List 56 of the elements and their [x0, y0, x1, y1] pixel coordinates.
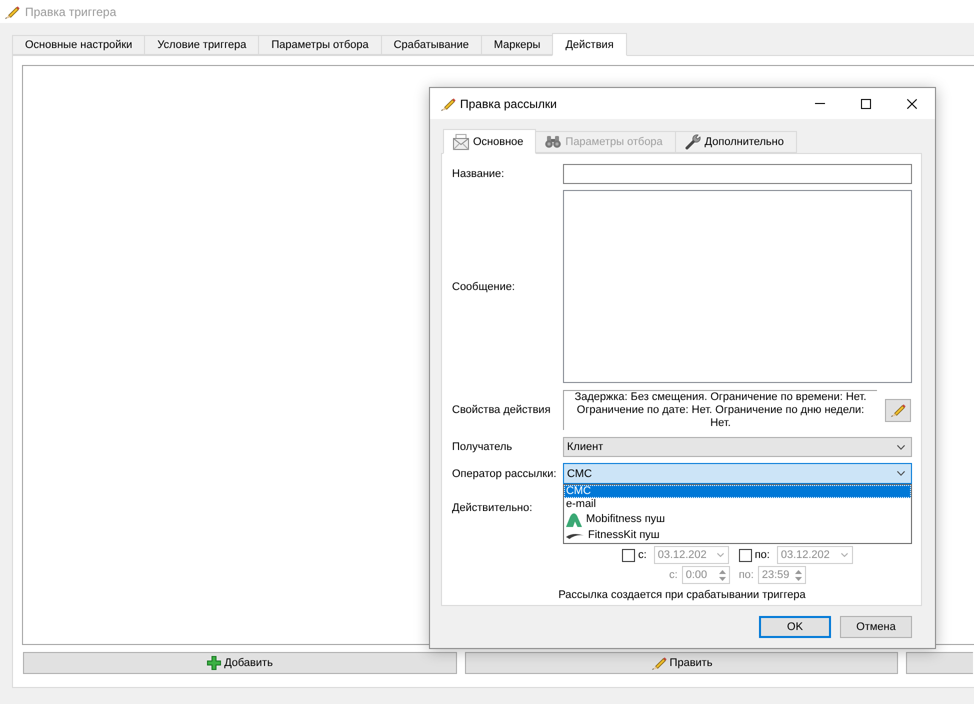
close-icon	[907, 98, 917, 108]
field-label: с:	[638, 549, 647, 561]
pencil-icon	[4, 4, 20, 20]
pencil-icon	[650, 655, 667, 671]
cancel-button[interactable]: Отмена	[840, 616, 912, 638]
chevron-icon	[897, 444, 905, 450]
caret-icon	[716, 553, 724, 557]
maximize-icon	[861, 98, 871, 108]
field-label: с:	[669, 569, 678, 581]
up-arrow-icon	[718, 570, 726, 574]
tab[interactable]: Действия	[552, 33, 627, 56]
plus-icon	[207, 656, 222, 670]
operator-dropdown[interactable]: СМС	[563, 463, 912, 484]
field-label: Свойства действия	[452, 404, 552, 416]
swoosh-icon	[566, 532, 584, 538]
window-title: Правка триггера	[25, 4, 116, 18]
chevron-icon	[897, 471, 905, 476]
field-label: Оператор рассылки:	[452, 468, 558, 480]
field-label: Сообщение:	[452, 280, 516, 292]
up-arrow-icon	[794, 570, 802, 574]
properties-text: Задержка: Без смещения. Ограничение по времени: Нет. Ограничение по дате: Нет. Ограничение по дню недели: Нет.	[574, 391, 868, 430]
tab[interactable]: Условие триггера	[144, 35, 260, 55]
binoculars-icon	[545, 136, 562, 148]
recipient-dropdown[interactable]: Клиент	[563, 437, 912, 457]
info-text: Рассылка создается при срабатывании триггера	[557, 588, 807, 602]
pencil-icon	[890, 402, 906, 418]
tab[interactable]: Основные настройки	[12, 35, 146, 55]
down-arrow-icon	[718, 576, 726, 580]
envelope-icon	[453, 134, 469, 150]
field-label: Действительно:	[452, 502, 534, 514]
field-label: по:	[754, 549, 770, 561]
caret-icon	[840, 553, 848, 557]
add-button[interactable]: Добавить	[23, 652, 457, 674]
tab[interactable]: Срабатывание	[380, 35, 482, 55]
dropdown-option[interactable]: СМС	[564, 485, 911, 498]
down-arrow-icon	[794, 576, 802, 580]
pencil-icon	[440, 96, 456, 112]
tab[interactable]: Параметры отбора	[258, 35, 382, 55]
mountain-icon	[566, 512, 582, 526]
dialog-title: Правка рассылки	[460, 96, 557, 110]
tab[interactable]: Дополнительно	[674, 131, 797, 153]
name-field[interactable]	[563, 164, 912, 184]
field-label: Название:	[452, 168, 506, 180]
tab[interactable]: Маркеры	[480, 35, 554, 55]
edit-properties-button[interactable]	[885, 398, 911, 422]
edit-button[interactable]: Править	[465, 652, 898, 674]
ok-button[interactable]: OK	[759, 616, 831, 638]
tab[interactable]: Основное	[443, 129, 536, 154]
wrench-icon	[684, 134, 701, 150]
dropdown-option[interactable]: FitnessKit пуш	[564, 527, 911, 543]
dropdown-option[interactable]: e-mail	[564, 498, 911, 511]
dropdown-option[interactable]: Mobifitness пуш	[564, 511, 911, 527]
message-field[interactable]	[563, 190, 912, 383]
field-label: Получатель	[452, 441, 514, 453]
field-label: по:	[738, 569, 754, 581]
minimize-icon	[815, 103, 825, 104]
